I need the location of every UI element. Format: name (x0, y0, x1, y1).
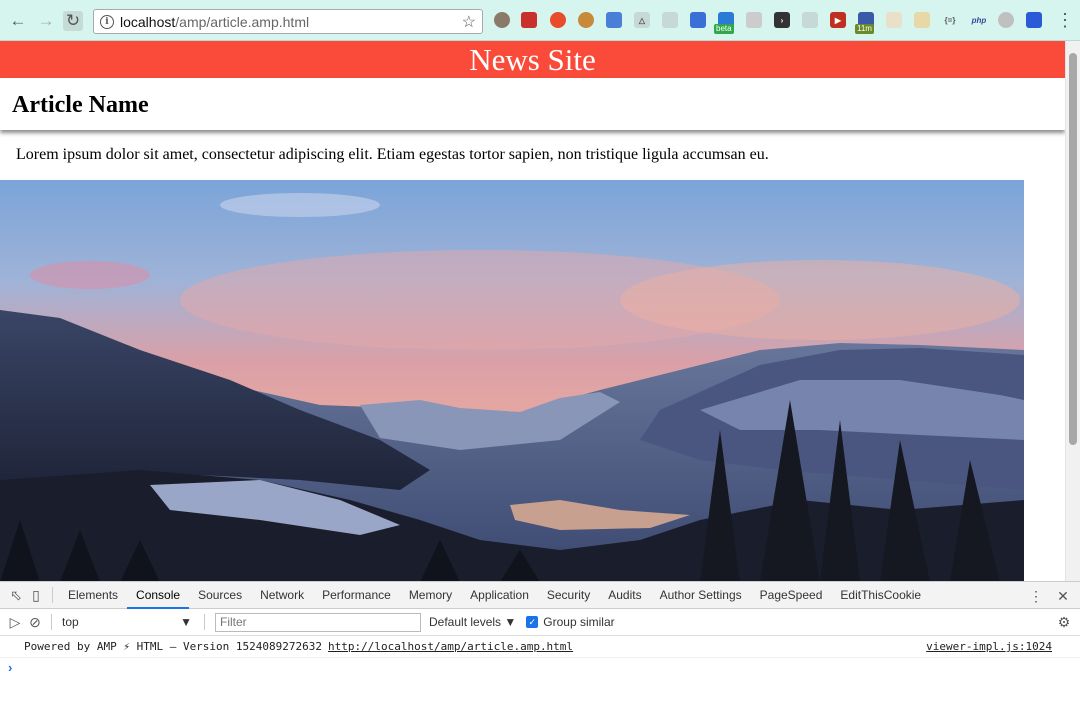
context-value: top (62, 615, 79, 629)
devtools-tab-bar: ⬁ ▯ Elements Console Sources Network Per… (0, 582, 1080, 609)
grid-extension-icon[interactable] (746, 12, 762, 28)
hero-landscape-image (0, 180, 1024, 581)
console-settings-gear-icon[interactable]: ⚙ (1054, 612, 1074, 632)
cookie-extension-icon[interactable] (578, 12, 594, 28)
tab-console[interactable]: Console (127, 582, 190, 609)
divider (204, 614, 205, 630)
forward-arrow-icon[interactable]: → (36, 11, 56, 31)
ruler-extension-icon[interactable] (690, 12, 706, 28)
menu-icon[interactable]: ⋮ (1056, 10, 1074, 31)
dev-extension-icon[interactable] (662, 12, 678, 28)
context-select[interactable]: top ▼ (58, 615, 198, 629)
beta-badge: beta (714, 24, 734, 34)
forward-extension-icon[interactable]: ▶ (830, 12, 846, 28)
back-arrow-icon[interactable]: ← (8, 11, 28, 31)
url-host: localhost (120, 13, 176, 30)
translate-extension-icon[interactable] (606, 12, 622, 28)
more-options-icon[interactable]: ⋮ (1026, 586, 1046, 606)
tab-elements[interactable]: Elements (59, 582, 127, 609)
tab-sources[interactable]: Sources (189, 582, 251, 609)
inspect-element-icon[interactable]: ⬁ (6, 585, 26, 605)
article-title: Article Name (12, 92, 149, 118)
console-message-text: Powered by AMP ⚡ HTML – Version 15240892… (24, 640, 323, 653)
time-badge: 11m (855, 24, 874, 34)
dropdown-arrow-icon: ▼ (180, 615, 192, 629)
checkmark-icon: ✓ (526, 616, 539, 628)
log-levels-label: Default levels (429, 615, 502, 629)
console-source-link[interactable]: viewer-impl.js:1024 (926, 640, 1052, 653)
php-extension-icon[interactable]: php (968, 12, 990, 28)
page-scrollbar[interactable] (1065, 41, 1080, 581)
site-header: News Site (0, 41, 1065, 78)
page-viewport: News Site Article Name Lorem ipsum dolor… (0, 41, 1065, 581)
article-body-text: Lorem ipsum dolor sit amet, consectetur … (16, 146, 769, 163)
group-similar-checkbox[interactable]: ✓ Group similar (526, 615, 615, 629)
lifebuoy-extension-icon[interactable] (550, 12, 566, 28)
console-message-link[interactable]: http://localhost/amp/article.amp.html (328, 640, 573, 653)
extension-icon[interactable] (494, 12, 510, 28)
tab-author-settings[interactable]: Author Settings (651, 582, 751, 609)
profile-extension-icon[interactable] (998, 12, 1014, 28)
log-levels-dropdown[interactable]: Default levels ▼ (429, 615, 516, 629)
clear-console-icon[interactable]: ⊘ (25, 612, 45, 632)
note-extension-icon[interactable] (886, 12, 902, 28)
devtools-panel: ⬁ ▯ Elements Console Sources Network Per… (0, 581, 1080, 727)
sidebar-toggle-icon[interactable]: ▷ (5, 612, 25, 632)
tab-application[interactable]: Application (461, 582, 538, 609)
browser-toolbar: ← → ↻ i localhost/amp/article.amp.html ☆… (0, 0, 1080, 41)
divider (51, 614, 52, 630)
terminal-extension-icon[interactable]: › (774, 12, 790, 28)
console-toolbar: ▷ ⊘ top ▼ Default levels ▼ ✓ Group simil… (0, 609, 1080, 636)
console-prompt[interactable]: › (0, 658, 1080, 678)
tab-pagespeed[interactable]: PageSpeed (751, 582, 832, 609)
info-icon[interactable]: i (100, 14, 114, 29)
console-message: Powered by AMP ⚡ HTML – Version 15240892… (0, 636, 1080, 658)
scrollbar-thumb[interactable] (1069, 53, 1077, 445)
reload-icon[interactable]: ↻ (63, 11, 83, 31)
address-bar[interactable]: i localhost/amp/article.amp.html ☆ (93, 9, 483, 34)
console-filter-input[interactable] (215, 612, 421, 632)
code-extension-icon[interactable] (802, 12, 818, 28)
url-path: /amp/article.amp.html (175, 13, 310, 30)
device-toggle-icon[interactable]: ▯ (26, 585, 46, 605)
close-devtools-icon[interactable]: ✕ (1053, 586, 1073, 606)
bookmark-star-icon[interactable]: ☆ (462, 12, 476, 32)
tab-security[interactable]: Security (538, 582, 599, 609)
tab-performance[interactable]: Performance (313, 582, 400, 609)
list-extension-icon[interactable] (914, 12, 930, 28)
article-header: Article Name (0, 78, 1065, 130)
mail-extension-icon[interactable] (521, 12, 537, 28)
tab-memory[interactable]: Memory (400, 582, 461, 609)
braces-extension-icon[interactable]: {=} (942, 12, 958, 28)
tree-extension-icon[interactable]: △ (634, 12, 650, 28)
tab-editthiscookie[interactable]: EditThisCookie (831, 582, 930, 609)
tab-audits[interactable]: Audits (599, 582, 650, 609)
group-similar-label: Group similar (543, 615, 615, 629)
tab-network[interactable]: Network (251, 582, 313, 609)
bookmark-extension-icon[interactable] (1026, 12, 1042, 28)
divider (52, 587, 53, 603)
